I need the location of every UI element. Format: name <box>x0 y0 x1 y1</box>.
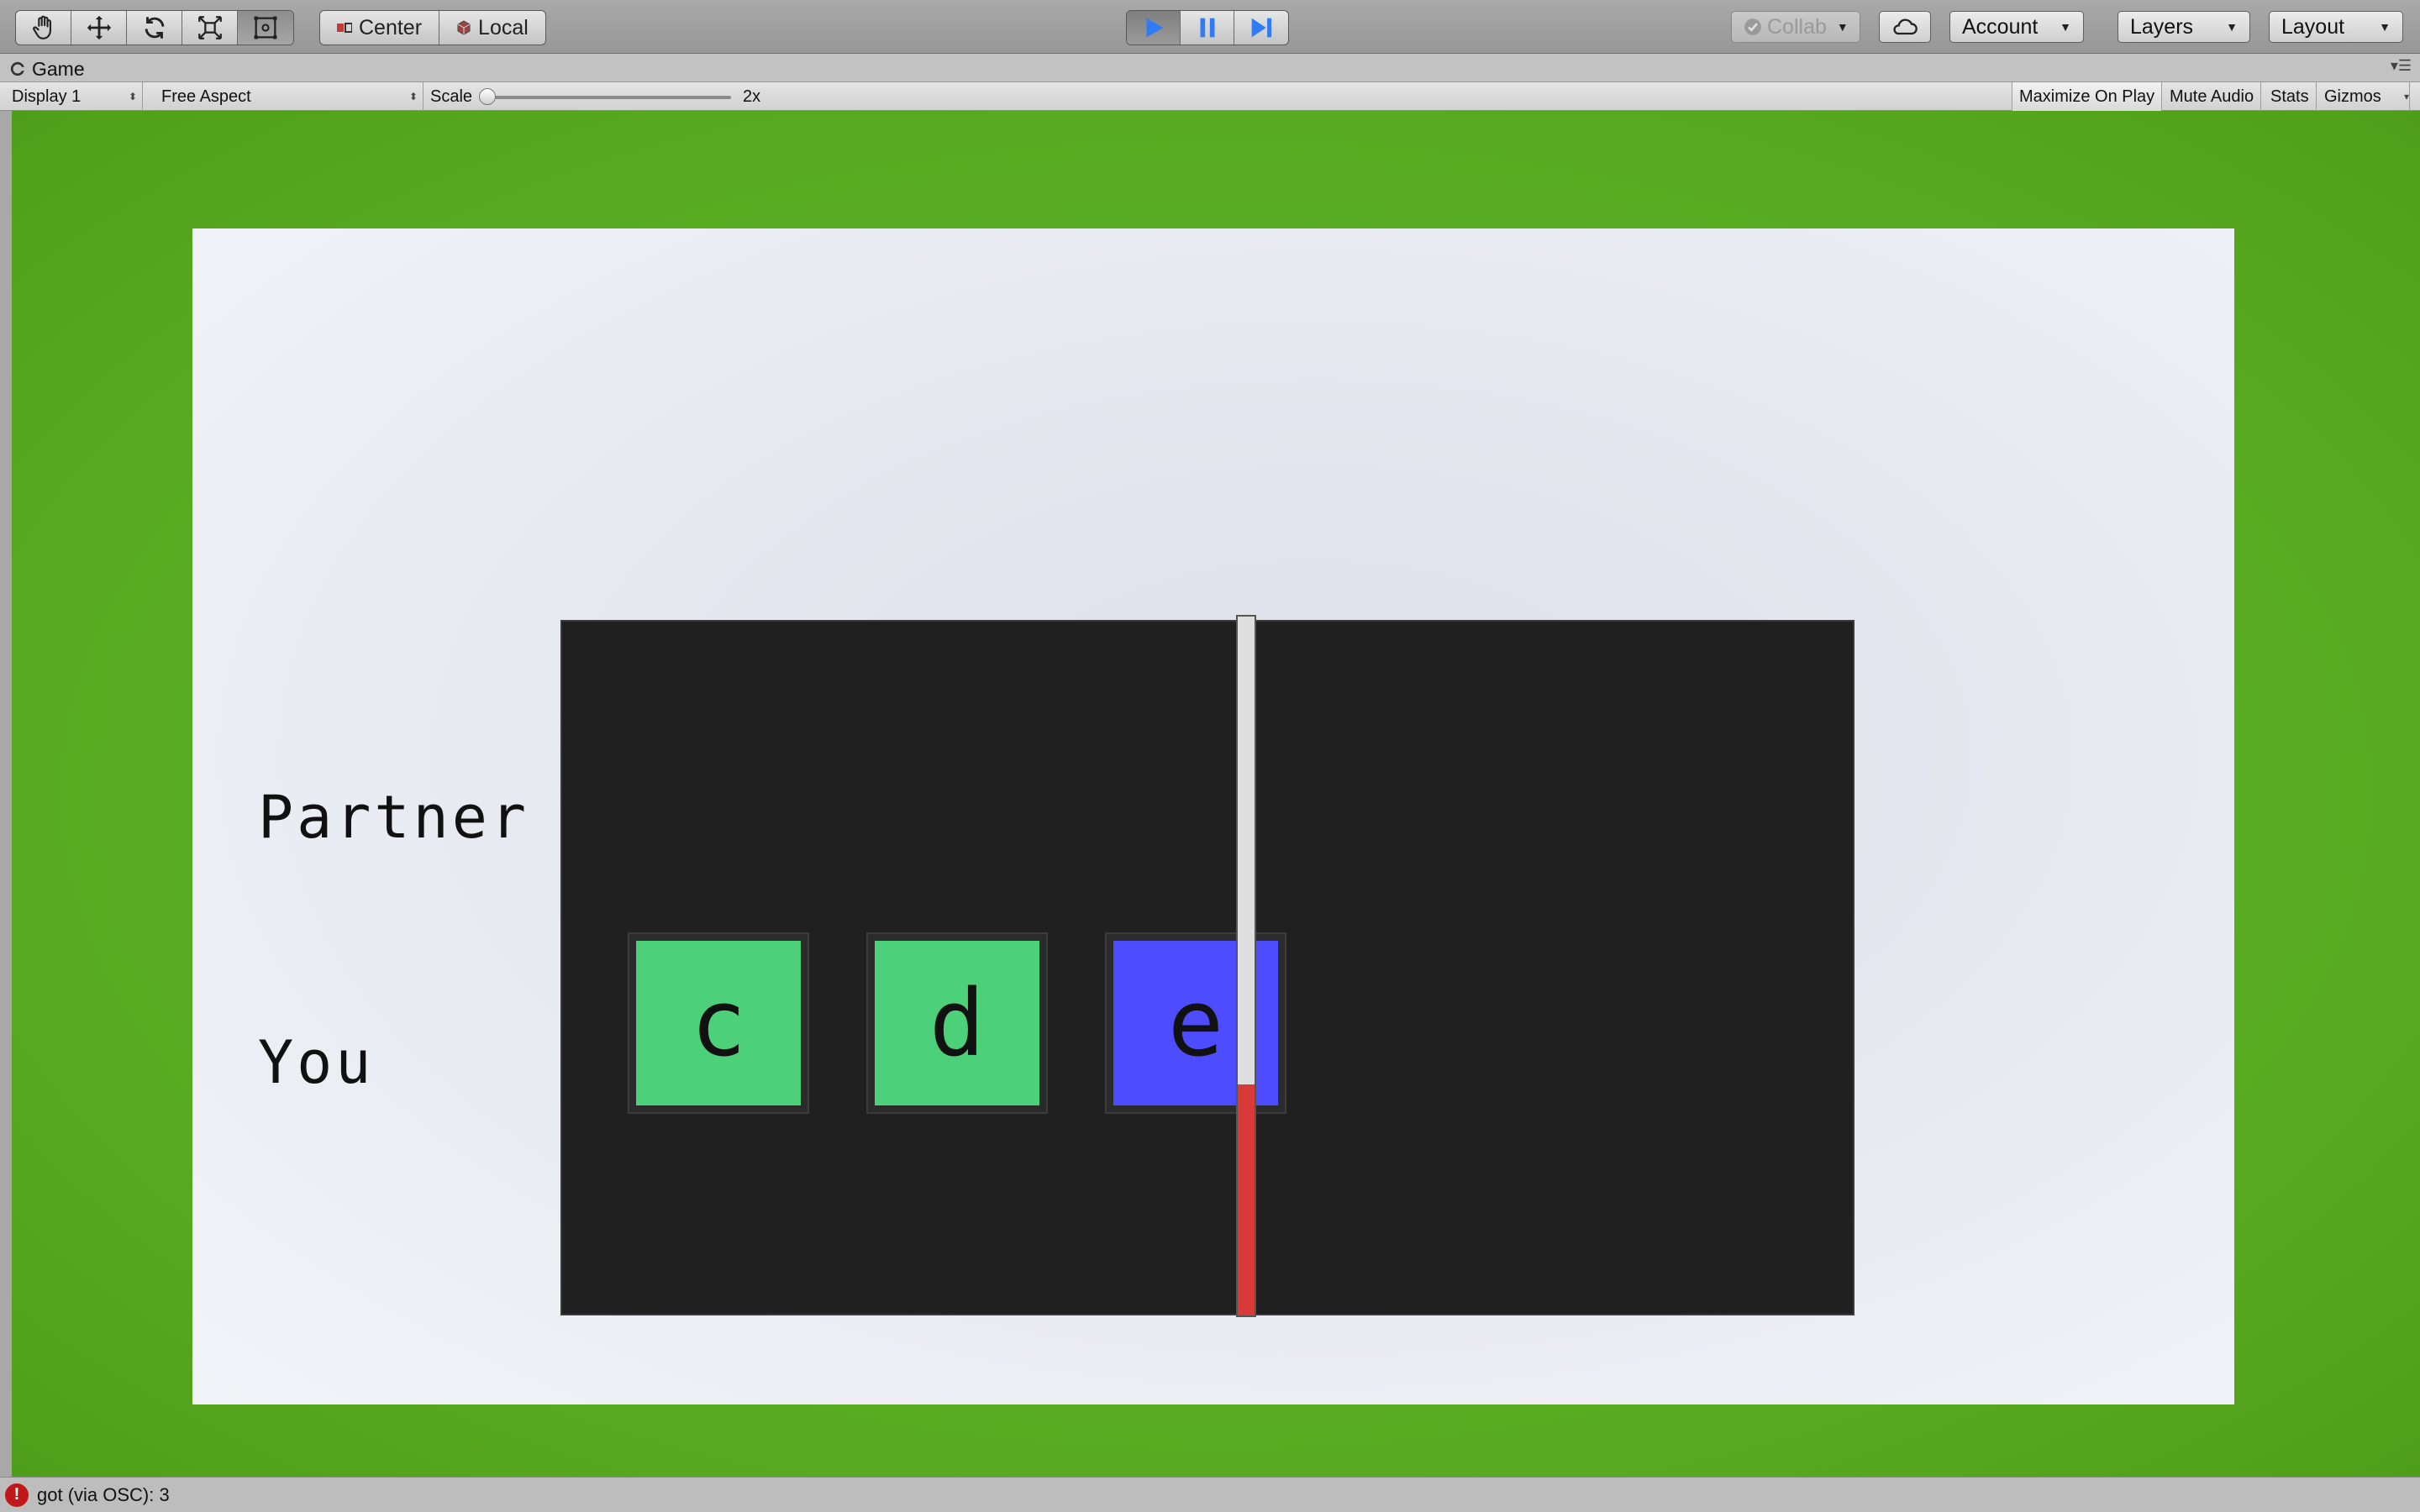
account-label: Account <box>1962 14 2039 39</box>
main-toolbar: Center Local Collab ▼ Account ▼ Layers ▼… <box>0 0 2420 54</box>
play-button[interactable] <box>1127 11 1181 45</box>
letter-tile-c: c <box>629 934 808 1112</box>
display-dropdown[interactable]: Display 1 ⬍ <box>5 82 143 111</box>
pause-icon <box>1200 18 1214 38</box>
updown-arrow-icon: ⬍ <box>128 91 137 102</box>
game-viewport[interactable]: Partner You c d e <box>12 111 2420 1477</box>
pivot-center-icon <box>337 23 352 33</box>
maximize-on-play-toggle[interactable]: Maximize On Play <box>2012 82 2163 111</box>
move-tool-button[interactable] <box>71 11 127 45</box>
chevron-down-icon: ▼ <box>2060 20 2071 34</box>
pause-button[interactable] <box>1181 11 1234 45</box>
updown-arrow-icon: ⬍ <box>408 91 418 102</box>
rotate-icon <box>145 17 164 39</box>
layers-dropdown[interactable]: Layers ▼ <box>2118 11 2250 43</box>
tab-game[interactable]: Game <box>10 55 85 82</box>
aspect-dropdown[interactable]: Free Aspect ⬍ <box>155 82 424 111</box>
timeline-bar <box>1236 615 1256 1317</box>
play-controls-group <box>1126 10 1289 45</box>
partner-label: Partner <box>258 783 530 852</box>
rect-tool-button[interactable] <box>238 11 293 45</box>
letter-tile-d: d <box>868 934 1046 1112</box>
scale-value: 2x <box>743 87 761 106</box>
mute-audio-toggle[interactable]: Mute Audio <box>2163 82 2262 111</box>
step-button[interactable] <box>1234 11 1288 45</box>
scale-icon <box>197 16 222 39</box>
scale-slider-track[interactable] <box>486 96 731 99</box>
pivot-local-label: Local <box>478 15 529 39</box>
rect-transform-icon <box>254 16 277 39</box>
play-icon <box>1146 18 1163 38</box>
gizmos-dropdown[interactable]: Gizmos ▾ <box>2317 82 2410 111</box>
cloud-button[interactable] <box>1879 11 1931 43</box>
cloud-icon <box>1893 18 1918 35</box>
aspect-label: Free Aspect <box>161 87 251 106</box>
error-icon: ! <box>5 1483 29 1507</box>
collab-label: Collab <box>1767 14 1827 39</box>
tab-menu-icon[interactable]: ▾☰ <box>2391 57 2412 75</box>
letter-tile-e: e <box>1107 934 1285 1112</box>
scale-tool-button[interactable] <box>182 11 238 45</box>
account-dropdown[interactable]: Account ▼ <box>1949 11 2084 43</box>
pivot-center-button[interactable]: Center <box>320 11 440 45</box>
tab-bar: Game ▾☰ <box>0 54 2420 82</box>
pivot-local-icon <box>457 20 471 35</box>
collab-dropdown[interactable]: Collab ▼ <box>1731 11 1860 43</box>
check-icon <box>1744 18 1761 35</box>
chevron-down-icon: ▼ <box>2226 20 2238 34</box>
pivot-center-label: Center <box>359 15 423 39</box>
chevron-down-icon: ▾ <box>2403 91 2409 102</box>
gizmos-label: Gizmos <box>2324 87 2381 106</box>
pivot-local-button[interactable]: Local <box>439 11 545 45</box>
stats-toggle[interactable]: Stats <box>2264 82 2317 111</box>
tab-game-label: Game <box>32 57 85 80</box>
status-message: got (via OSC): 3 <box>37 1483 170 1505</box>
chevron-down-icon: ▼ <box>2379 20 2391 34</box>
scale-slider-thumb[interactable] <box>479 88 496 105</box>
you-label: You <box>258 1028 375 1097</box>
display-label: Display 1 <box>12 87 82 106</box>
timeline-progress-fill <box>1238 1084 1255 1315</box>
transform-tools-group <box>15 10 294 45</box>
rotate-tool-button[interactable] <box>127 11 182 45</box>
layers-label: Layers <box>2130 14 2194 39</box>
scale-label: Scale <box>430 87 473 106</box>
game-controller-icon <box>10 61 25 76</box>
game-panel: Partner You c d e <box>192 228 2234 1404</box>
hand-tool-button[interactable] <box>16 11 71 45</box>
layout-label: Layout <box>2281 14 2345 39</box>
hand-icon <box>32 15 51 39</box>
step-icon <box>1251 18 1272 38</box>
layout-dropdown[interactable]: Layout ▼ <box>2269 11 2403 43</box>
game-view-toolbar: Display 1 ⬍ Free Aspect ⬍ Scale 2x Maxim… <box>0 82 2420 111</box>
console-status-bar[interactable]: ! got (via OSC): 3 <box>0 1477 2420 1512</box>
sequence-board: c d e <box>560 620 1854 1315</box>
move-arrows-icon <box>87 15 111 40</box>
chevron-down-icon: ▼ <box>1836 20 1849 34</box>
pivot-group: Center Local <box>319 10 546 45</box>
